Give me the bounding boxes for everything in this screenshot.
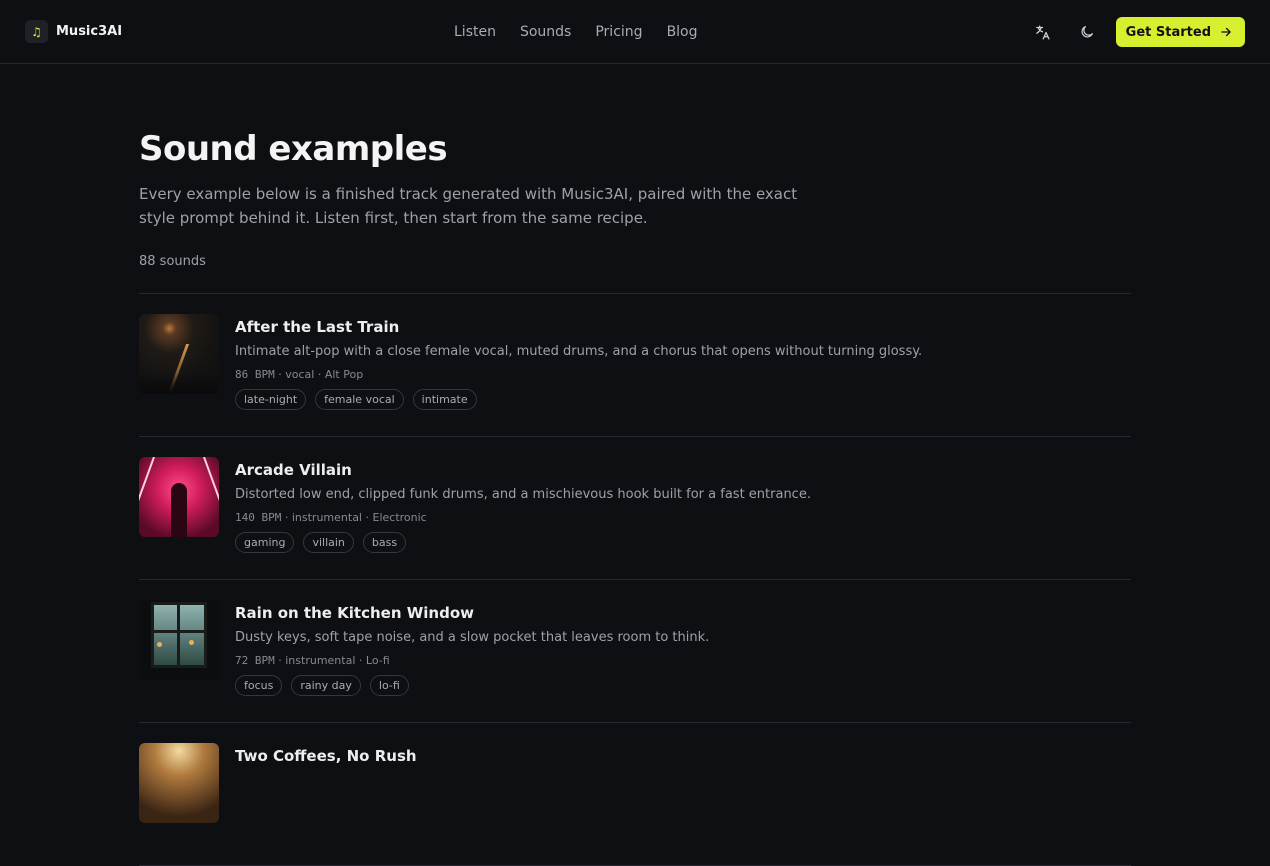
main-nav: Listen Sounds Pricing Blog: [454, 0, 722, 64]
get-started-button[interactable]: Get Started: [1115, 17, 1245, 47]
nav-pricing[interactable]: Pricing: [595, 24, 642, 40]
track-description: Dusty keys, soft tape noise, and a slow …: [235, 630, 710, 645]
track-type: vocal: [285, 368, 315, 381]
tag[interactable]: bass: [362, 532, 407, 553]
track-tags: focus rainy day lo-fi: [235, 675, 709, 696]
sound-list: After the Last Train Intimate alt-pop wi…: [139, 293, 1131, 866]
track-genre: Alt Pop: [324, 368, 364, 381]
sound-count: 88 sounds: [139, 254, 206, 269]
nav-blog[interactable]: Blog: [667, 24, 698, 40]
track-bpm: 86 BPM: [235, 368, 275, 381]
track-title[interactable]: Two Coffees, No Rush: [235, 747, 417, 765]
arrow-right-icon: [1221, 27, 1231, 37]
track-title[interactable]: After the Last Train: [235, 318, 922, 336]
tag[interactable]: gaming: [235, 532, 295, 553]
track-artwork: [139, 600, 219, 680]
tag[interactable]: focus: [235, 675, 283, 696]
track-info: Two Coffees, No Rush: [235, 743, 417, 865]
track-genre: Lo-fi: [365, 654, 390, 667]
tag[interactable]: intimate: [412, 389, 477, 410]
track-meta: 72 BPM · instrumental · Lo-fi: [235, 654, 390, 667]
header-tools: Get Started: [1028, 0, 1245, 64]
top-navigation-bar: ♫ Music3AI Listen Sounds Pricing Blog Ge…: [0, 0, 1270, 64]
list-item[interactable]: After the Last Train Intimate alt-pop wi…: [139, 294, 1131, 437]
page-subtitle: Every example below is a finished track …: [139, 185, 798, 227]
music-note-logo-icon: ♫: [25, 20, 48, 43]
list-item[interactable]: Rain on the Kitchen Window Dusty keys, s…: [139, 580, 1131, 723]
track-tags: gaming villain bass: [235, 532, 811, 553]
track-tags: late-night female vocal intimate: [235, 389, 922, 410]
track-meta: 140 BPM · instrumental · Electronic: [235, 511, 427, 524]
brand-name: Music3AI: [56, 24, 123, 39]
translate-icon[interactable]: [1028, 17, 1058, 47]
tag[interactable]: female vocal: [315, 389, 404, 410]
track-bpm: 140 BPM: [235, 511, 282, 524]
get-started-label: Get Started: [1125, 24, 1211, 40]
list-item[interactable]: Two Coffees, No Rush: [139, 723, 1131, 866]
list-item[interactable]: Arcade Villain Distorted low end, clippe…: [139, 437, 1131, 580]
main-content: Sound examples Every example below is a …: [139, 64, 1131, 866]
tag[interactable]: lo-fi: [369, 675, 409, 696]
track-description: Distorted low end, clipped funk drums, a…: [235, 487, 811, 502]
nav-sounds[interactable]: Sounds: [520, 24, 571, 40]
tag[interactable]: late-night: [235, 389, 307, 410]
track-description: Intimate alt-pop with a close female voc…: [235, 344, 923, 359]
track-info: Arcade Villain Distorted low end, clippe…: [235, 457, 811, 579]
track-meta: 86 BPM · vocal · Alt Pop: [235, 368, 364, 381]
track-type: instrumental: [285, 654, 356, 667]
track-type: instrumental: [291, 511, 362, 524]
track-artwork: [139, 457, 219, 537]
page-title: Sound examples: [139, 129, 448, 169]
track-bpm: 72 BPM: [235, 654, 275, 667]
brand[interactable]: ♫ Music3AI: [25, 20, 122, 43]
track-artwork: [139, 314, 219, 394]
dark-mode-toggle-icon[interactable]: [1072, 17, 1102, 47]
track-artwork: [139, 743, 219, 823]
nav-listen[interactable]: Listen: [454, 24, 496, 40]
track-genre: Electronic: [372, 511, 427, 524]
track-info: Rain on the Kitchen Window Dusty keys, s…: [235, 600, 709, 722]
track-title[interactable]: Arcade Villain: [235, 461, 811, 479]
tag[interactable]: villain: [303, 532, 354, 553]
track-info: After the Last Train Intimate alt-pop wi…: [235, 314, 922, 436]
tag[interactable]: rainy day: [291, 675, 361, 696]
track-title[interactable]: Rain on the Kitchen Window: [235, 604, 709, 622]
